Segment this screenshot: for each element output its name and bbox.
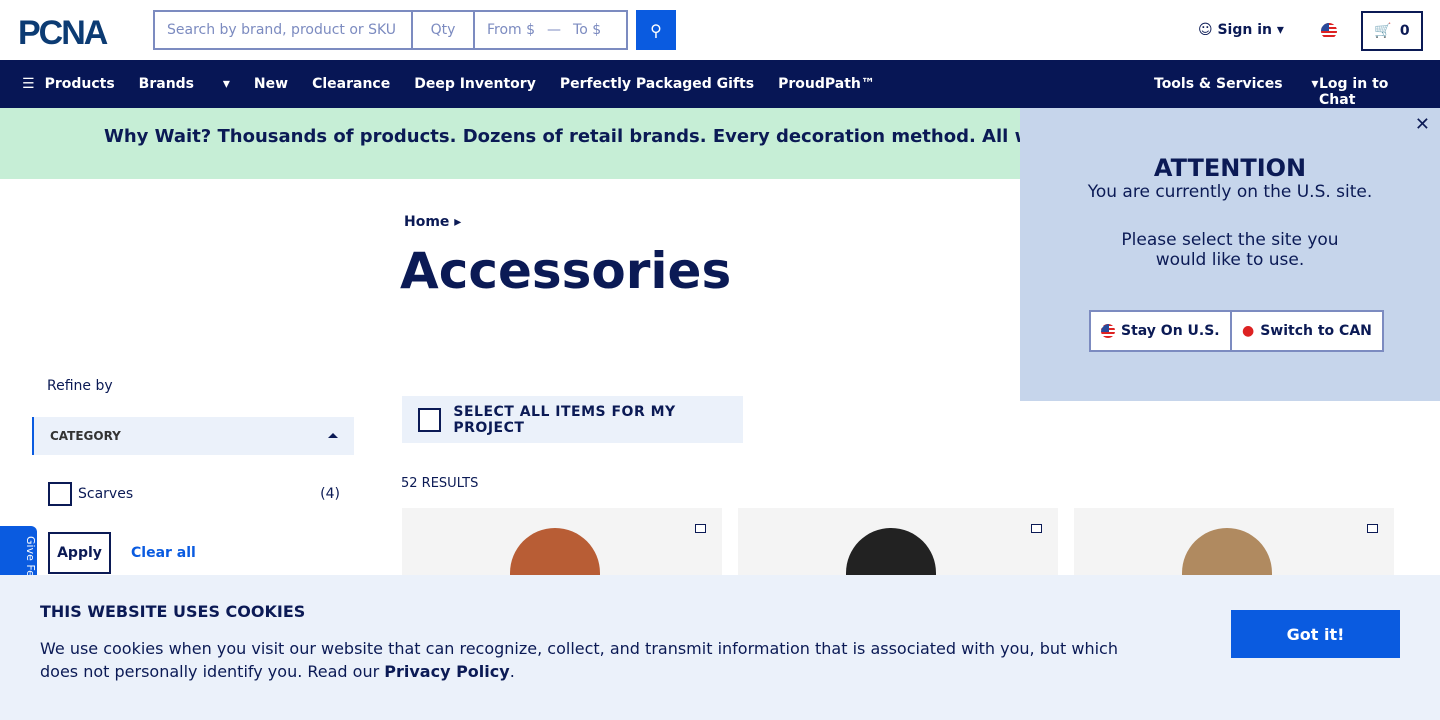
select-all-button[interactable]: SELECT ALL ITEMS FOR MY PROJECT bbox=[402, 396, 743, 443]
close-icon[interactable]: ✕ bbox=[1415, 114, 1430, 135]
popup-text: Please select the site you would like to… bbox=[1121, 230, 1339, 270]
apply-button[interactable]: Apply bbox=[48, 532, 111, 574]
cookie-title: THIS WEBSITE USES COOKIES bbox=[40, 602, 306, 621]
folder-icon[interactable] bbox=[1031, 524, 1042, 533]
chat-link[interactable]: Log in to Chat bbox=[1319, 76, 1416, 108]
cookie-text: We use cookies when you visit our websit… bbox=[40, 639, 1118, 681]
us-flag-icon bbox=[1101, 324, 1115, 338]
popup-text: You are currently on the U.S. site. bbox=[1087, 182, 1373, 202]
results-count: 52 RESULTS bbox=[401, 476, 479, 491]
canada-flag-icon: ● bbox=[1242, 323, 1255, 339]
search-icon: ⚲ bbox=[650, 20, 662, 40]
sign-in-label: Sign in bbox=[1217, 22, 1272, 38]
site-select-popup: ✕ ATTENTION You are currently on the U.S… bbox=[1020, 108, 1440, 401]
nav-clearance[interactable]: Clearance bbox=[312, 76, 390, 92]
caret-up-icon bbox=[328, 433, 338, 438]
popup-title: ATTENTION bbox=[1153, 154, 1307, 182]
category-filter-header[interactable]: CATEGORY bbox=[32, 417, 354, 455]
filter-option-scarves[interactable]: Scarves (4) bbox=[48, 482, 340, 506]
nav-new[interactable]: New bbox=[254, 76, 288, 92]
menu-icon[interactable]: ☰ bbox=[22, 76, 35, 92]
nav-proudpath[interactable]: ProudPath™ bbox=[778, 76, 875, 92]
filter-count: (4) bbox=[320, 486, 340, 502]
stay-us-button[interactable]: Stay On U.S. bbox=[1089, 310, 1232, 352]
nav-deep-inventory[interactable]: Deep Inventory bbox=[414, 76, 536, 92]
from-price-input[interactable]: From $ bbox=[475, 12, 547, 48]
search-input[interactable]: Search by brand, product or SKU bbox=[155, 12, 413, 48]
nav-gifts[interactable]: Perfectly Packaged Gifts bbox=[560, 76, 754, 92]
nav-products[interactable]: Products bbox=[45, 76, 115, 92]
sign-in-button[interactable]: ☺ Sign in ▾ bbox=[1198, 22, 1284, 38]
got-it-button[interactable]: Got it! bbox=[1231, 610, 1400, 658]
main-nav: ☰ Products Brands ▾ New Clearance Deep I… bbox=[0, 60, 1440, 108]
us-flag-icon[interactable] bbox=[1321, 23, 1337, 39]
breadcrumb[interactable]: Home ▸ bbox=[404, 214, 461, 230]
cart-count: 0 bbox=[1399, 23, 1410, 39]
checkbox[interactable] bbox=[48, 482, 72, 506]
folder-icon[interactable] bbox=[1367, 524, 1378, 533]
header: PCNA Search by brand, product or SKU Qty… bbox=[0, 0, 1440, 60]
to-price-input[interactable]: To $ bbox=[561, 12, 613, 48]
clear-all-link[interactable]: Clear all bbox=[131, 545, 196, 561]
folder-icon[interactable] bbox=[695, 524, 706, 533]
checkbox[interactable] bbox=[418, 407, 442, 432]
nav-brands[interactable]: Brands ▾ bbox=[139, 76, 230, 92]
privacy-policy-link[interactable]: Privacy Policy bbox=[384, 662, 509, 681]
search-button[interactable]: ⚲ bbox=[636, 10, 676, 50]
switch-can-button[interactable]: ● Switch to CAN bbox=[1230, 310, 1384, 352]
cart-icon: 🛒 bbox=[1374, 23, 1392, 39]
cookie-banner: THIS WEBSITE USES COOKIES We use cookies… bbox=[0, 575, 1440, 720]
user-icon: ☺ bbox=[1198, 22, 1218, 38]
refine-label: Refine by bbox=[47, 378, 113, 394]
page-title: Accessories bbox=[400, 242, 732, 300]
cart-button[interactable]: 🛒 0 bbox=[1361, 11, 1423, 51]
search-bar: Search by brand, product or SKU Qty From… bbox=[153, 10, 628, 50]
price-dash: — bbox=[547, 22, 562, 38]
qty-input[interactable]: Qty bbox=[413, 12, 475, 48]
nav-tools[interactable]: Tools & Services ▾ bbox=[1154, 76, 1318, 92]
logo[interactable]: PCNA bbox=[18, 14, 108, 53]
